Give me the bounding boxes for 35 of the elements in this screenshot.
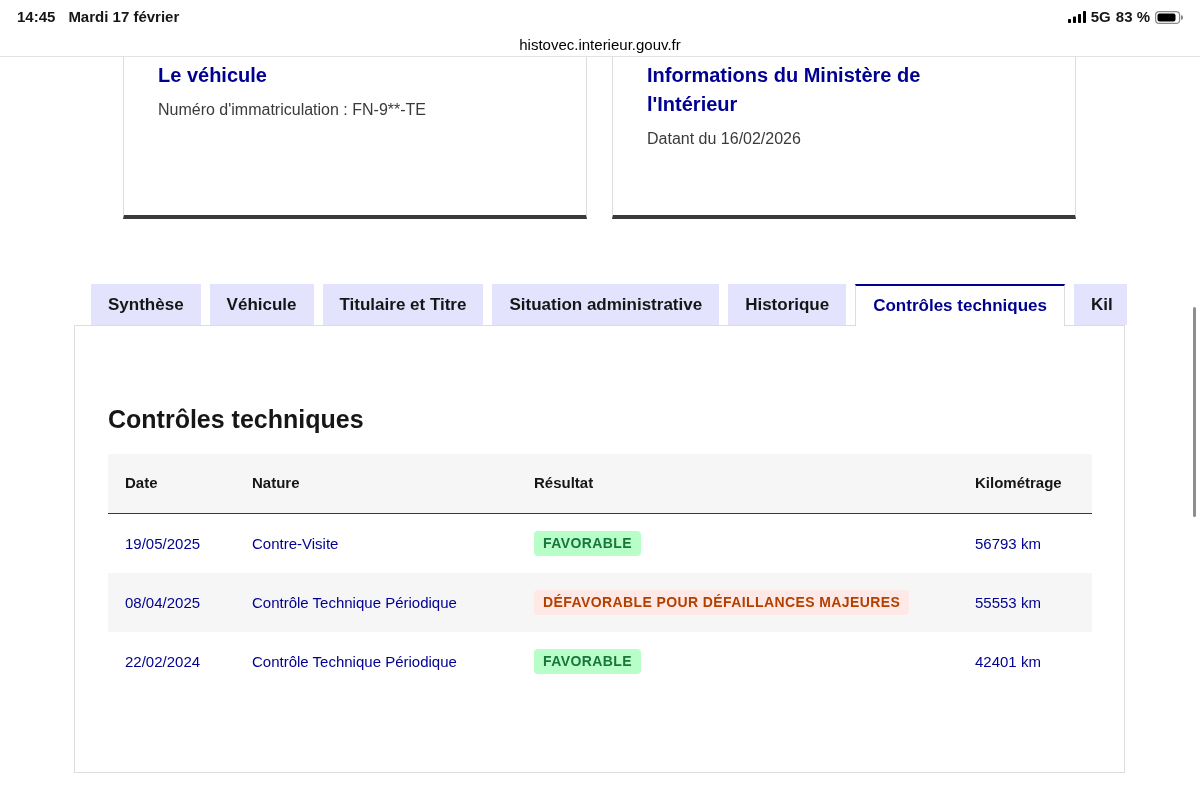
card-title[interactable]: Le véhicule: [158, 61, 488, 90]
card-text: Datant du 16/02/2026: [647, 129, 802, 149]
column-header: Résultat: [533, 473, 595, 494]
mileage-link[interactable]: 42401 km: [975, 652, 1041, 670]
battery-icon: [1155, 10, 1183, 24]
date-link[interactable]: 19/05/2025: [125, 534, 201, 552]
section-heading: Contrôles techniques: [108, 404, 365, 434]
mileage-link[interactable]: 55553 km: [975, 593, 1041, 611]
status-date: Mardi 17 février: [68, 6, 180, 27]
tab[interactable]: Synthèse: [91, 284, 201, 325]
column-header: Kilométrage: [974, 473, 1063, 494]
network-label: 5G: [1090, 6, 1111, 27]
date-link[interactable]: 22/02/2024: [125, 652, 201, 670]
nature-link[interactable]: Contrôle Technique Périodique: [252, 593, 457, 611]
column-header: Nature: [251, 473, 301, 494]
tab[interactable]: Titulaire et Titre: [322, 284, 484, 325]
column-header: Date: [124, 473, 159, 494]
tab[interactable]: Kil: [1074, 284, 1127, 325]
date-link[interactable]: 08/04/2025: [125, 593, 201, 611]
address-url[interactable]: histovec.interieur.gouv.fr: [519, 34, 681, 57]
card-title[interactable]: Informations du Ministère de l'Intérieur: [647, 61, 977, 119]
card-text: Numéro d'immatriculation : FN-9**-TE: [158, 100, 427, 120]
result-badge: FAVORABLE: [534, 649, 641, 674]
battery-percent: 83 %: [1115, 6, 1150, 27]
nature-link[interactable]: Contrôle Technique Périodique: [252, 652, 457, 670]
tab[interactable]: Contrôles techniques: [855, 284, 1065, 326]
tab[interactable]: Véhicule: [209, 284, 314, 325]
result-badge: DÉFAVORABLE POUR DÉFAILLANCES MAJEURES: [534, 590, 910, 615]
mileage-link[interactable]: 56793 km: [975, 534, 1041, 552]
tab[interactable]: Historique: [728, 284, 847, 325]
tab[interactable]: Situation administrative: [492, 284, 720, 325]
result-badge: FAVORABLE: [534, 531, 641, 556]
status-time: 14:45: [17, 6, 56, 27]
signal-icon: [1067, 11, 1086, 23]
nature-link[interactable]: Contre-Visite: [252, 534, 339, 552]
